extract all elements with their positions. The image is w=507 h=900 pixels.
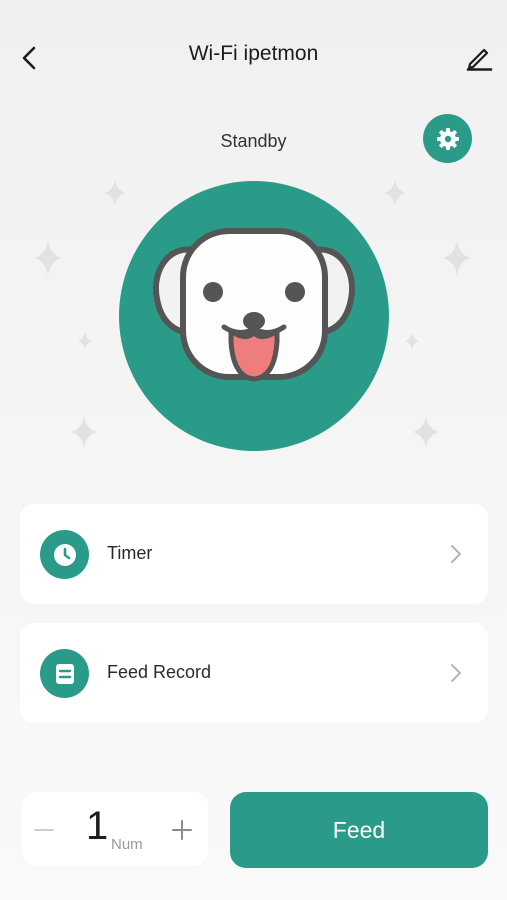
feed-button[interactable]: Feed [230, 792, 488, 868]
document-icon [55, 663, 74, 684]
pet-avatar [119, 181, 389, 451]
chevron-right-icon [451, 664, 461, 682]
plus-icon[interactable] [170, 818, 194, 842]
quantity-unit: Num [111, 836, 143, 853]
chevron-right-icon [451, 545, 461, 563]
minus-icon[interactable] [32, 818, 56, 842]
feed-button-label: Feed [332, 816, 386, 843]
quantity-value: 1 [86, 804, 109, 848]
clock-icon [53, 543, 76, 566]
timer-card[interactable]: Timer [20, 504, 488, 604]
feed-record-icon-badge [40, 649, 89, 698]
dog-face-icon [152, 228, 356, 382]
timer-icon-badge [40, 530, 89, 579]
timer-label: Timer [107, 543, 153, 563]
quantity-stepper: 1 Num [22, 792, 208, 866]
feed-record-card[interactable]: Feed Record [20, 623, 488, 723]
feed-record-label: Feed Record [107, 662, 212, 682]
